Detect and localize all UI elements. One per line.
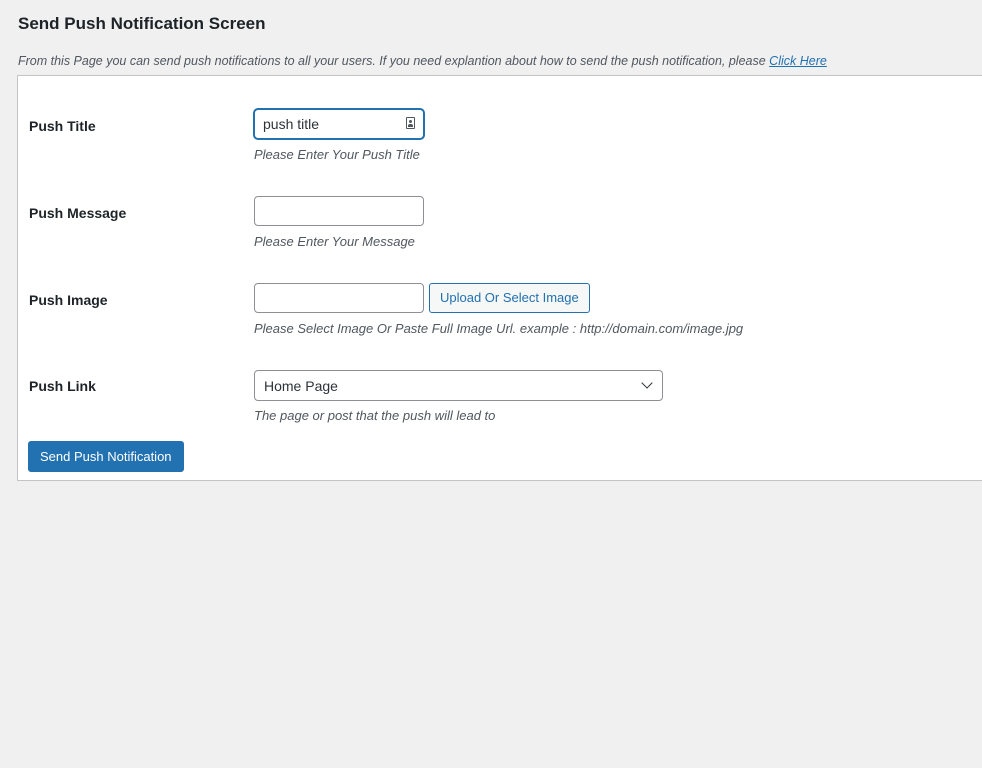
click-here-link[interactable]: Click Here [769,54,827,68]
send-push-notification-button[interactable]: Send Push Notification [28,441,184,472]
push-message-help: Please Enter Your Message [254,234,415,249]
push-image-help: Please Select Image Or Paste Full Image … [254,321,744,336]
chevron-down-icon [641,377,653,389]
push-image-input[interactable] [254,283,424,313]
push-message-input[interactable] [254,196,424,226]
page-title: Send Push Notification Screen [18,14,266,33]
push-title-input[interactable] [254,109,424,139]
push-image-label: Push Image [29,292,108,308]
push-title-help: Please Enter Your Push Title [254,147,420,162]
push-link-selected-value: Home Page [264,378,338,394]
push-form-panel: Push Title Please Enter Your Push Title … [17,75,982,481]
push-link-label: Push Link [29,378,96,394]
contact-card-icon[interactable] [406,117,415,129]
intro-text: From this Page you can send push notific… [18,54,827,68]
push-link-select[interactable]: Home Page [254,370,663,401]
push-message-label: Push Message [29,205,127,221]
intro-description: From this Page you can send push notific… [18,54,770,68]
upload-image-button[interactable]: Upload Or Select Image [429,283,590,313]
push-title-label: Push Title [29,118,96,134]
push-title-field [254,109,424,139]
push-link-help: The page or post that the push will lead… [254,408,496,423]
